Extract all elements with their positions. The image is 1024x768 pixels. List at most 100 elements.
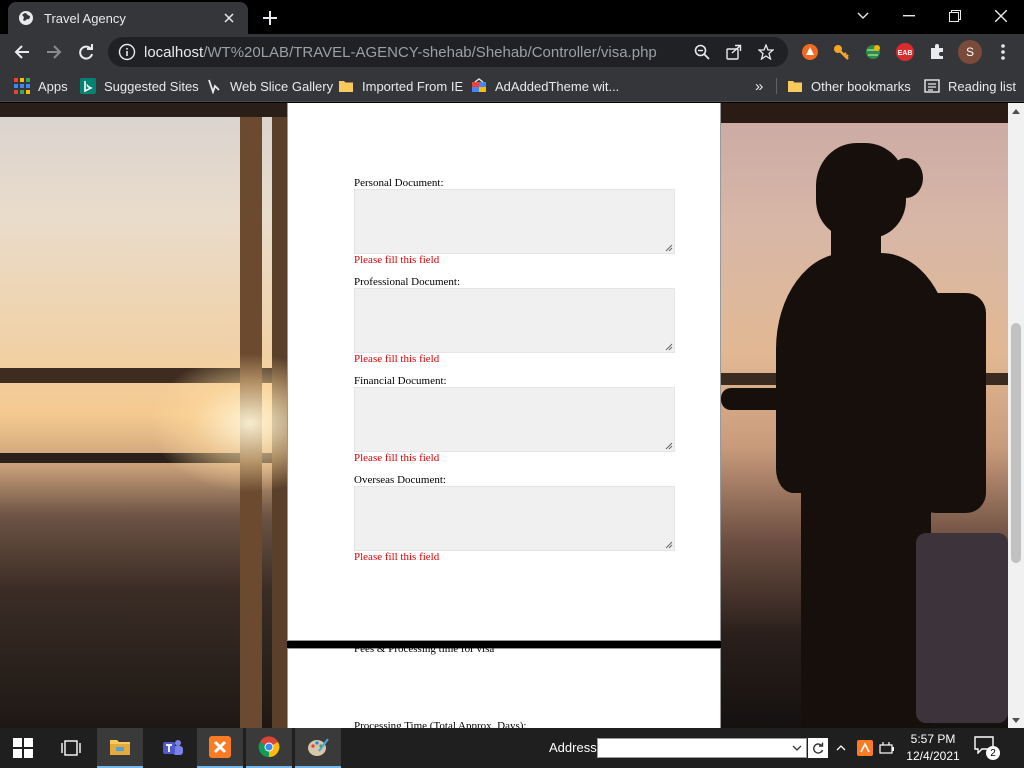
back-button[interactable] xyxy=(8,38,36,66)
profile-avatar[interactable]: S xyxy=(958,40,982,64)
bookmark-star-icon[interactable] xyxy=(754,40,778,64)
extensions-puzzle-icon[interactable] xyxy=(926,41,948,63)
resize-grip-icon[interactable] xyxy=(665,541,673,549)
svg-text:EAB: EAB xyxy=(898,50,913,57)
restore-button[interactable] xyxy=(932,0,978,32)
zoom-icon[interactable] xyxy=(690,40,714,64)
background-photo-traveler xyxy=(721,103,1008,728)
task-view-icon[interactable] xyxy=(48,728,94,768)
chevron-down-icon[interactable] xyxy=(792,745,802,751)
bookmark-adaddedtheme[interactable]: AdAddedTheme wit... xyxy=(471,76,619,96)
address-go-icon[interactable] xyxy=(808,738,828,758)
chrome-icon[interactable] xyxy=(246,728,292,768)
fees-processing-section: Fees & Processing time for visa Processi… xyxy=(287,643,721,728)
extension-key-icon[interactable] xyxy=(830,41,852,63)
scroll-down-arrow-icon[interactable] xyxy=(1008,712,1024,728)
windows-start-icon[interactable] xyxy=(0,728,46,768)
browser-toolbar: localhost/WT%20LAB/TRAVEL-AGENCY-shehab/… xyxy=(0,34,1024,70)
overseas-document-textarea[interactable] xyxy=(354,486,675,551)
file-explorer-icon[interactable] xyxy=(97,728,143,768)
teams-icon[interactable] xyxy=(150,728,196,768)
forward-button[interactable] xyxy=(40,38,68,66)
folder-icon xyxy=(338,78,354,94)
bookmark-apps[interactable]: Apps xyxy=(14,76,68,96)
bookmark-label: AdAddedTheme wit... xyxy=(495,78,620,94)
clock-time: 5:57 PM xyxy=(910,732,956,746)
bing-icon xyxy=(80,78,96,94)
taskbar-address-label: Address xyxy=(549,740,597,755)
bookmark-label: Apps xyxy=(38,78,68,94)
paint-icon[interactable] xyxy=(295,728,341,768)
action-center-icon[interactable]: 2 xyxy=(974,736,1000,760)
share-icon[interactable] xyxy=(722,40,746,64)
taskbar-clock[interactable]: 5:57 PM 12/4/2021 xyxy=(900,731,966,765)
tab-title: Travel Agency xyxy=(44,10,126,26)
tray-overflow-chevron-icon[interactable] xyxy=(834,738,848,758)
windows-taskbar: Address 5:57 PM 12/4/2021 2 xyxy=(0,728,1024,768)
xampp-icon[interactable] xyxy=(197,728,243,768)
site-info-icon[interactable] xyxy=(118,43,136,61)
minimize-button[interactable] xyxy=(886,0,932,32)
bookmark-imported-from-ie[interactable]: Imported From IE xyxy=(338,76,463,96)
bookmarks-divider xyxy=(776,78,777,94)
tab-search-icon[interactable] xyxy=(840,0,886,32)
page-viewport: Personal Document: Please fill this fiel… xyxy=(0,103,1008,728)
reading-list-icon xyxy=(924,78,940,94)
visa-documents-form: Personal Document: Please fill this fiel… xyxy=(287,103,721,641)
reading-list-button[interactable]: Reading list xyxy=(924,76,1016,96)
close-window-button[interactable] xyxy=(978,0,1024,32)
bookmark-other-bookmarks[interactable]: Other bookmarks xyxy=(787,76,911,96)
browser-title-bar: Travel Agency xyxy=(0,0,1024,34)
overseas-document-label: Overseas Document: xyxy=(354,474,446,486)
xampp-tray-icon[interactable] xyxy=(856,738,874,758)
tab-close-icon[interactable] xyxy=(220,9,238,27)
reload-button[interactable] xyxy=(72,38,100,66)
address-bar[interactable]: localhost/WT%20LAB/TRAVEL-AGENCY-shehab/… xyxy=(108,37,788,67)
personal-document-error: Please fill this field xyxy=(354,254,440,266)
apps-grid-icon xyxy=(14,78,30,94)
web-slice-icon xyxy=(206,78,222,94)
theme-icon xyxy=(471,78,487,94)
professional-document-textarea[interactable] xyxy=(354,288,675,353)
browser-tab-active[interactable]: Travel Agency xyxy=(8,2,248,34)
financial-document-error: Please fill this field xyxy=(354,452,440,464)
fees-section-heading: Fees & Processing time for visa xyxy=(354,643,495,655)
new-tab-button[interactable] xyxy=(258,6,282,30)
bookmark-suggested-sites[interactable]: Suggested Sites xyxy=(80,76,199,96)
resize-grip-icon[interactable] xyxy=(665,244,673,252)
resize-grip-icon[interactable] xyxy=(665,442,673,450)
personal-document-label: Personal Document: xyxy=(354,177,444,189)
chrome-menu-icon[interactable] xyxy=(992,41,1014,63)
extension-red-badge-icon[interactable]: EAB xyxy=(894,41,916,63)
folder-icon xyxy=(787,78,803,94)
background-photo-window xyxy=(0,103,350,728)
url-path: /WT%20LAB/TRAVEL-AGENCY-shehab/Shehab/Co… xyxy=(203,43,657,61)
url-text: localhost/WT%20LAB/TRAVEL-AGENCY-shehab/… xyxy=(144,44,682,61)
financial-document-textarea[interactable] xyxy=(354,387,675,452)
bookmark-web-slice-gallery[interactable]: Web Slice Gallery xyxy=(206,76,333,96)
notification-count-badge: 2 xyxy=(986,746,1000,760)
bookmarks-overflow-button[interactable]: » xyxy=(755,76,763,96)
url-host: localhost xyxy=(144,43,204,61)
resize-grip-icon[interactable] xyxy=(665,343,673,351)
scroll-up-arrow-icon[interactable] xyxy=(1008,103,1024,119)
financial-document-label: Financial Document: xyxy=(354,375,447,387)
page-scrollbar[interactable] xyxy=(1008,103,1024,728)
bookmark-label: Web Slice Gallery xyxy=(230,78,334,94)
professional-document-label: Professional Document: xyxy=(354,276,461,288)
bookmark-label: Other bookmarks xyxy=(811,78,911,94)
overseas-document-error: Please fill this field xyxy=(354,551,440,563)
taskbar-address-input[interactable] xyxy=(597,738,807,758)
scrollbar-thumb[interactable] xyxy=(1011,323,1021,563)
battery-power-icon[interactable] xyxy=(878,738,898,758)
extension-globe-icon[interactable] xyxy=(862,41,884,63)
extension-orange-icon[interactable] xyxy=(799,41,821,63)
professional-document-error: Please fill this field xyxy=(354,353,440,365)
clock-date: 12/4/2021 xyxy=(906,749,960,763)
globe-icon xyxy=(18,10,34,26)
bookmarks-bar: Apps Suggested Sites Web Slice Gallery I… xyxy=(0,70,1024,102)
bookmark-label: Reading list xyxy=(948,78,1016,94)
bookmark-label: Suggested Sites xyxy=(104,78,199,94)
personal-document-textarea[interactable] xyxy=(354,189,675,254)
processing-time-label: Processing Time (Total Approx. Days): xyxy=(354,720,527,728)
